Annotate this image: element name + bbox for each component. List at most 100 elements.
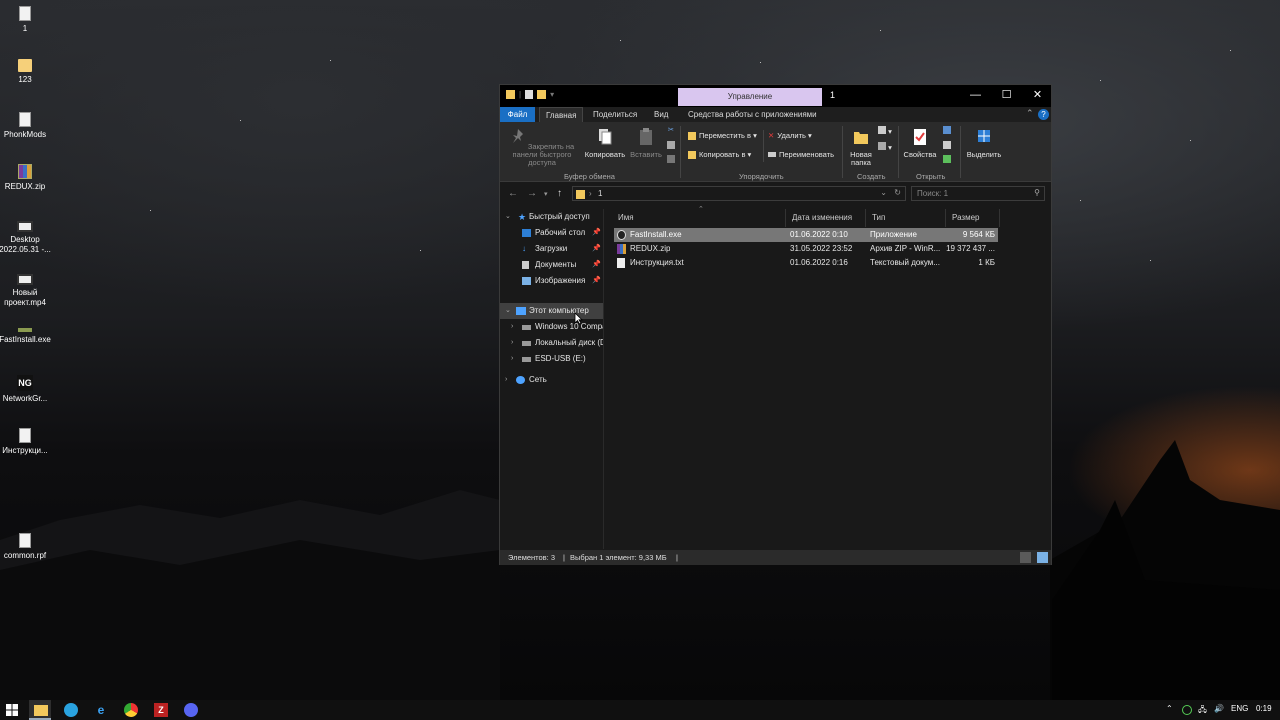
- chrome-icon[interactable]: [124, 703, 138, 717]
- properties-button[interactable]: Свойства: [902, 128, 938, 159]
- tab-manage[interactable]: Управление: [678, 88, 822, 106]
- desktop-icon-123[interactable]: 123: [0, 59, 52, 85]
- nav-windows-drive[interactable]: › Windows 10 Compa: [500, 319, 603, 335]
- qat-dropdown-icon[interactable]: ▾: [550, 90, 554, 99]
- windows-start-icon[interactable]: [5, 703, 19, 717]
- select-button[interactable]: Выделить: [964, 128, 1004, 159]
- file-row[interactable]: REDUX.zip 31.05.2022 23:52 Архив ZIP - W…: [614, 242, 998, 256]
- tab-share[interactable]: Поделиться: [587, 107, 643, 122]
- nav-local-disk[interactable]: › Локальный диск (D: [500, 335, 603, 351]
- tab-view[interactable]: Вид: [648, 107, 674, 122]
- search-input[interactable]: Поиск: 1 ⚲: [911, 186, 1045, 201]
- file-row[interactable]: Инструкция.txt 01.06.2022 0:16 Текстовый…: [614, 256, 998, 270]
- forward-arrow-icon[interactable]: →: [527, 188, 537, 199]
- discord-icon[interactable]: [184, 703, 198, 717]
- desktop-icon-phonkmods[interactable]: PhonkMods: [0, 112, 52, 140]
- maximize-button[interactable]: ☐: [991, 85, 1022, 107]
- desktop-icon-instruction[interactable]: Инструкци...: [0, 428, 52, 456]
- tab-file[interactable]: Файл: [500, 107, 535, 122]
- chevron-down-icon[interactable]: ⌄: [505, 209, 511, 225]
- tray-app-icon[interactable]: [1182, 705, 1192, 715]
- new-item-icon[interactable]: ▾: [878, 126, 892, 136]
- desktop-icon-redux-zip[interactable]: REDUX.zip: [0, 164, 52, 192]
- breadcrumb-path[interactable]: 1: [598, 189, 602, 198]
- new-folder-button[interactable]: Новая папка: [846, 128, 876, 167]
- chevron-right-icon[interactable]: ›: [511, 319, 513, 335]
- minimize-button[interactable]: —: [960, 85, 991, 107]
- desktop-icon-networkgraph[interactable]: NG NetworkGr...: [0, 375, 52, 404]
- open-icon[interactable]: [940, 126, 954, 136]
- network-tray-icon[interactable]: 🖧: [1198, 704, 1207, 718]
- recent-locations-icon[interactable]: ▾: [544, 190, 548, 198]
- show-hidden-icons-icon[interactable]: ⌃: [1166, 704, 1173, 713]
- cut-icon[interactable]: ✂: [666, 126, 676, 134]
- desktop-icon-common-rpf[interactable]: common.rpf: [0, 533, 52, 561]
- desktop-icon-label: PhonkMods: [3, 130, 47, 139]
- column-header-type[interactable]: Тип: [866, 209, 946, 227]
- nav-label: Быстрый доступ: [529, 212, 590, 221]
- column-header-size[interactable]: Размер: [946, 209, 1000, 227]
- input-language[interactable]: ENG: [1231, 704, 1248, 713]
- text-file-icon: [617, 258, 625, 268]
- rename-button[interactable]: Переименовать: [768, 150, 834, 159]
- copy-path-icon[interactable]: [666, 141, 676, 151]
- nav-quick-access[interactable]: ⌄ ★ Быстрый доступ: [500, 209, 603, 225]
- chevron-down-icon[interactable]: ⌄: [505, 303, 511, 319]
- file-explorer-taskbar-icon[interactable]: [34, 705, 48, 716]
- properties-qat-icon[interactable]: [525, 90, 534, 99]
- nav-downloads[interactable]: ↓ Загрузки 📌: [500, 241, 603, 257]
- chevron-right-icon[interactable]: ›: [511, 351, 513, 367]
- nav-network[interactable]: › Сеть: [500, 372, 603, 388]
- pin-quick-access-button[interactable]: Закрепить на панели быстрого доступа: [504, 128, 580, 167]
- history-icon[interactable]: [940, 155, 954, 165]
- address-bar[interactable]: › 1 ⌄ ↻: [572, 186, 906, 201]
- documents-icon: [522, 261, 529, 269]
- desktop-icon-label: Desktop 2022.05.31 -...: [0, 235, 51, 254]
- delete-label: Удалить ▾: [777, 131, 812, 140]
- winrar-icon: [617, 244, 626, 254]
- chevron-right-icon[interactable]: ›: [505, 372, 507, 388]
- details-view-icon[interactable]: [1020, 552, 1031, 563]
- move-to-button[interactable]: Переместить в ▾: [688, 131, 757, 140]
- column-header-date[interactable]: Дата изменения: [786, 209, 866, 227]
- volume-icon[interactable]: 🔊: [1214, 704, 1224, 713]
- desktop-icon-fastinstall[interactable]: FastInstall.exe: [0, 322, 52, 345]
- nav-documents[interactable]: Документы 📌: [500, 257, 603, 273]
- desktop-icon-1[interactable]: 1: [0, 6, 52, 34]
- chevron-right-icon[interactable]: ›: [511, 335, 513, 351]
- status-selection: Выбран 1 элемент: 9,33 МБ: [570, 553, 667, 562]
- up-arrow-icon[interactable]: ↑: [557, 188, 562, 199]
- search-icon[interactable]: ⚲: [1034, 188, 1040, 197]
- column-header-name[interactable]: Имя: [612, 209, 786, 227]
- telegram-icon[interactable]: [64, 703, 78, 717]
- copy-to-button[interactable]: Копировать в ▾: [688, 150, 751, 159]
- new-folder-qat-icon[interactable]: [537, 90, 547, 99]
- file-row[interactable]: FastInstall.exe 01.06.2022 0:10 Приложен…: [614, 228, 998, 242]
- help-icon[interactable]: ?: [1038, 109, 1049, 120]
- edge-icon[interactable]: e: [94, 703, 108, 717]
- star: [420, 250, 421, 251]
- refresh-icon[interactable]: ↻: [894, 188, 901, 197]
- copy-button[interactable]: Копировать: [582, 128, 628, 159]
- nav-pictures[interactable]: Изображения 📌: [500, 273, 603, 289]
- edit-icon[interactable]: [940, 141, 954, 151]
- filezilla-icon[interactable]: Z: [154, 703, 168, 717]
- close-button[interactable]: ✕: [1022, 85, 1053, 107]
- clock[interactable]: 0:19: [1256, 704, 1272, 713]
- new-folder-label: Новая папка: [850, 150, 872, 167]
- paste-button[interactable]: Вставить: [628, 128, 664, 159]
- back-arrow-icon[interactable]: ←: [508, 188, 518, 199]
- easy-access-icon[interactable]: ▾: [878, 142, 892, 152]
- tab-home[interactable]: Главная: [539, 107, 584, 122]
- paste-shortcut-icon[interactable]: [666, 155, 676, 165]
- desktop-icon-new-project[interactable]: Новый проект.mp4: [0, 274, 52, 308]
- delete-button[interactable]: ✕ Удалить ▾: [768, 131, 812, 140]
- address-dropdown-icon[interactable]: ⌄: [880, 188, 887, 197]
- expand-ribbon-icon[interactable]: ⌃: [1026, 108, 1034, 119]
- desktop-icon-desktop-video[interactable]: Desktop 2022.05.31 -...: [0, 221, 52, 255]
- nav-this-pc[interactable]: ⌄ Этот компьютер: [500, 303, 603, 319]
- tab-app-tools[interactable]: Средства работы с приложениями: [682, 107, 823, 122]
- nav-esd-usb[interactable]: › ESD-USB (E:): [500, 351, 603, 367]
- nav-desktop[interactable]: Рабочий стол 📌: [500, 225, 603, 241]
- large-icons-view-icon[interactable]: [1037, 552, 1048, 563]
